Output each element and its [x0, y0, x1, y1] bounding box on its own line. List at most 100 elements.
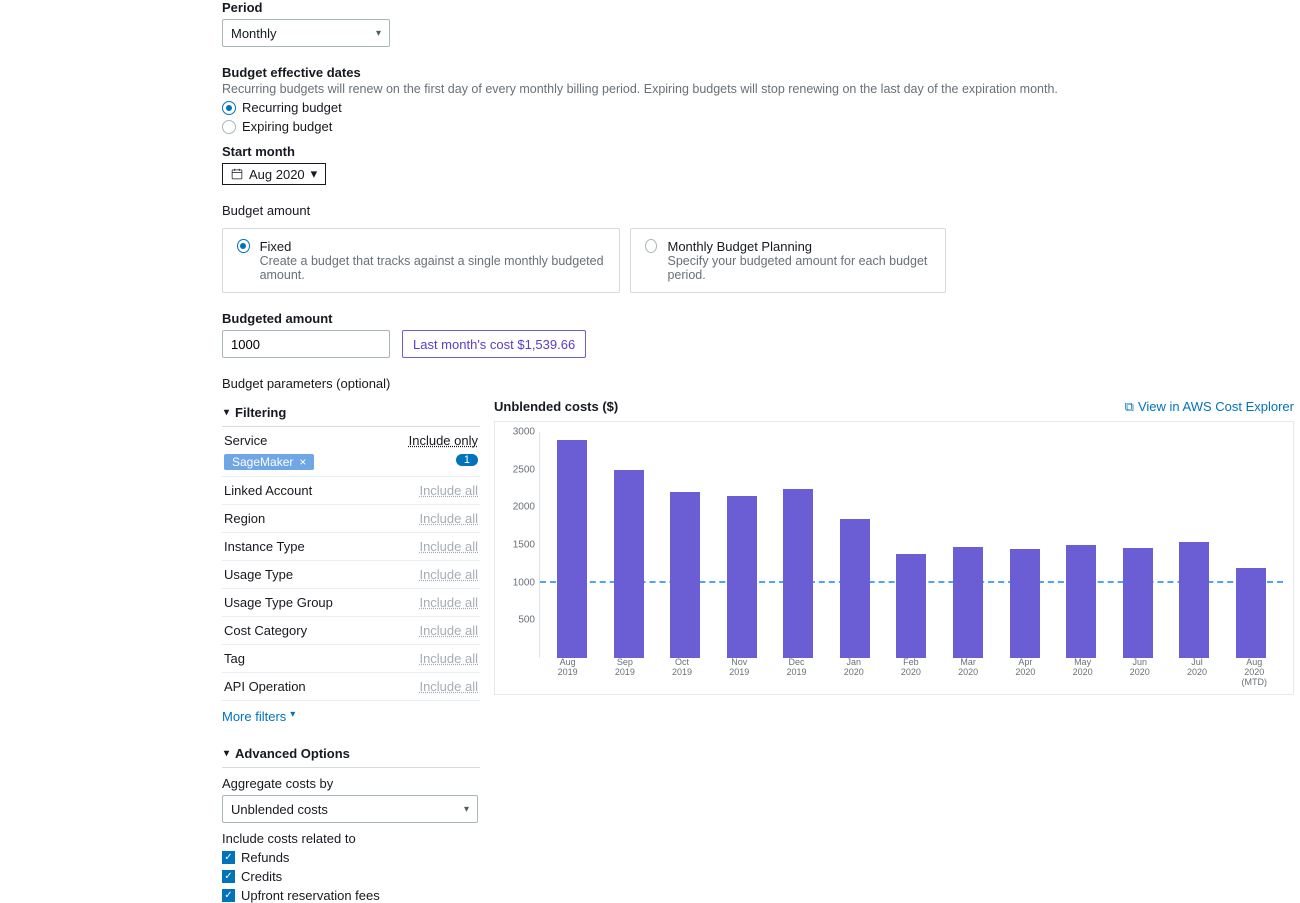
checkbox-checked-icon: ✓	[222, 870, 235, 883]
chevron-down-icon: ▾	[376, 28, 381, 39]
filter-mode[interactable]: Include all	[419, 595, 478, 610]
recurring-budget-radio[interactable]: Recurring budget	[222, 100, 1294, 115]
cost-explorer-link[interactable]: ⧉ View in AWS Cost Explorer	[1125, 399, 1294, 415]
filter-row-service[interactable]: Service Include only SageMaker × 1	[222, 427, 480, 477]
filter-mode[interactable]: Include all	[419, 679, 478, 694]
filter-row[interactable]: Usage Type GroupInclude all	[222, 589, 480, 617]
calendar-icon	[231, 168, 243, 180]
filter-mode[interactable]: Include all	[419, 483, 478, 498]
radio-checked-icon	[237, 239, 250, 253]
period-label: Period	[222, 0, 1294, 15]
x-axis-label: Jun2020	[1120, 658, 1160, 688]
effective-dates-desc: Recurring budgets will renew on the firs…	[222, 82, 1294, 96]
x-axis-label: Jul2020	[1177, 658, 1217, 688]
filter-name-service: Service	[224, 433, 267, 448]
chart-bar	[896, 554, 926, 658]
advanced-options-header[interactable]: ▾ Advanced Options	[222, 740, 480, 768]
filter-mode-service[interactable]: Include only	[409, 433, 478, 448]
chart-bar	[1236, 568, 1266, 658]
period-value: Monthly	[231, 26, 277, 41]
external-link-icon: ⧉	[1125, 399, 1134, 415]
include-cost-label: Credits	[241, 869, 282, 884]
include-cost-checkbox[interactable]: ✓ Credits	[222, 869, 480, 884]
expiring-budget-label: Expiring budget	[242, 119, 332, 134]
budgeted-amount-input[interactable]	[222, 330, 390, 358]
budget-amount-heading: Budget amount	[222, 203, 1294, 218]
budgeted-amount-field: Budgeted amount Last month's cost $1,539…	[222, 311, 1294, 358]
include-cost-label: Refunds	[241, 850, 289, 865]
x-axis-label: Nov2019	[719, 658, 759, 688]
y-axis-tick: 500	[518, 615, 535, 626]
planning-amount-card[interactable]: Monthly Budget Planning Specify your bud…	[630, 228, 946, 293]
start-month-value: Aug 2020	[249, 167, 305, 182]
x-axis-label: Aug2020 (MTD)	[1234, 658, 1274, 688]
radio-checked-icon	[222, 101, 236, 115]
more-filters-link[interactable]: More filters ▾	[222, 709, 295, 724]
fixed-sub: Create a budget that tracks against a si…	[260, 254, 605, 282]
filter-name: API Operation	[224, 679, 306, 694]
chart-bar	[840, 519, 870, 658]
y-axis-tick: 2500	[513, 464, 535, 475]
include-cost-checkbox[interactable]: ✓Upfront reservation fees	[222, 888, 480, 903]
chart-title: Unblended costs ($)	[494, 399, 618, 415]
chart-bar	[670, 492, 700, 658]
checkbox-checked-icon: ✓	[222, 851, 235, 864]
filter-mode[interactable]: Include all	[419, 651, 478, 666]
include-cost-label: Upfront reservation fees	[241, 888, 380, 903]
chart-bar	[727, 496, 757, 658]
filter-row[interactable]: TagInclude all	[222, 645, 480, 673]
aggregate-costs-label: Aggregate costs by	[222, 776, 480, 791]
advanced-options-title: Advanced Options	[235, 746, 350, 761]
y-axis-tick: 1000	[513, 577, 535, 588]
period-select[interactable]: Monthly ▾	[222, 19, 390, 47]
include-cost-checkbox[interactable]: ✓ Refunds	[222, 850, 480, 865]
filter-row[interactable]: Linked Account Include all	[222, 477, 480, 505]
x-axis-label: Oct2019	[662, 658, 702, 688]
start-month-picker[interactable]: Aug 2020 ▾	[222, 163, 326, 185]
service-filter-count: 1	[456, 454, 478, 466]
filter-name: Region	[224, 511, 265, 526]
filter-name: Cost Category	[224, 623, 307, 638]
chevron-down-icon: ▾	[464, 804, 469, 815]
chart-bar	[614, 470, 644, 658]
filter-mode[interactable]: Include all	[419, 567, 478, 582]
filter-name: Linked Account	[224, 483, 312, 498]
x-axis-label: Jan2020	[834, 658, 874, 688]
x-axis-label: Apr2020	[1005, 658, 1045, 688]
chart-bar	[783, 489, 813, 659]
filter-mode[interactable]: Include all	[419, 539, 478, 554]
filtering-header[interactable]: ▾ Filtering	[222, 399, 480, 427]
filter-row[interactable]: API Operation Include all	[222, 673, 480, 701]
start-month-label: Start month	[222, 144, 1294, 159]
x-axis-label: Aug2019	[548, 658, 588, 688]
filter-row[interactable]: Instance TypeInclude all	[222, 533, 480, 561]
chevron-down-icon: ▾	[290, 709, 295, 724]
cost-chart: 30002500200015001000500 Aug2019Sep2019Oc…	[494, 421, 1294, 695]
chart-bar	[557, 440, 587, 658]
effective-dates-field: Budget effective dates Recurring budgets…	[222, 65, 1294, 134]
service-tag-label: SageMaker	[232, 455, 293, 469]
aggregate-costs-select[interactable]: Unblended costs ▾	[222, 795, 478, 823]
filter-row[interactable]: Cost Category Include all	[222, 617, 480, 645]
filter-row[interactable]: Region Include all	[222, 505, 480, 533]
more-filters-label: More filters	[222, 709, 286, 724]
start-month-field: Start month Aug 2020 ▾	[222, 144, 1294, 185]
y-axis-tick: 3000	[513, 427, 535, 438]
include-costs-label: Include costs related to	[222, 831, 480, 846]
chevron-down-icon: ▾	[224, 407, 229, 418]
filter-row[interactable]: Usage Type Include all	[222, 561, 480, 589]
recurring-budget-label: Recurring budget	[242, 100, 342, 115]
chart-bar	[1010, 549, 1040, 658]
fixed-amount-card[interactable]: Fixed Create a budget that tracks agains…	[222, 228, 620, 293]
explorer-link-label: View in AWS Cost Explorer	[1138, 399, 1294, 415]
filter-mode[interactable]: Include all	[419, 623, 478, 638]
service-tag-chip[interactable]: SageMaker ×	[224, 454, 314, 470]
filter-mode[interactable]: Include all	[419, 511, 478, 526]
planning-sub: Specify your budgeted amount for each bu…	[667, 254, 931, 282]
close-icon[interactable]: ×	[299, 455, 306, 469]
expiring-budget-radio[interactable]: Expiring budget	[222, 119, 1294, 134]
filter-name: Usage Type	[224, 567, 293, 582]
chevron-down-icon: ▾	[311, 166, 318, 182]
x-axis-label: May2020	[1063, 658, 1103, 688]
chevron-down-icon: ▾	[224, 748, 229, 759]
